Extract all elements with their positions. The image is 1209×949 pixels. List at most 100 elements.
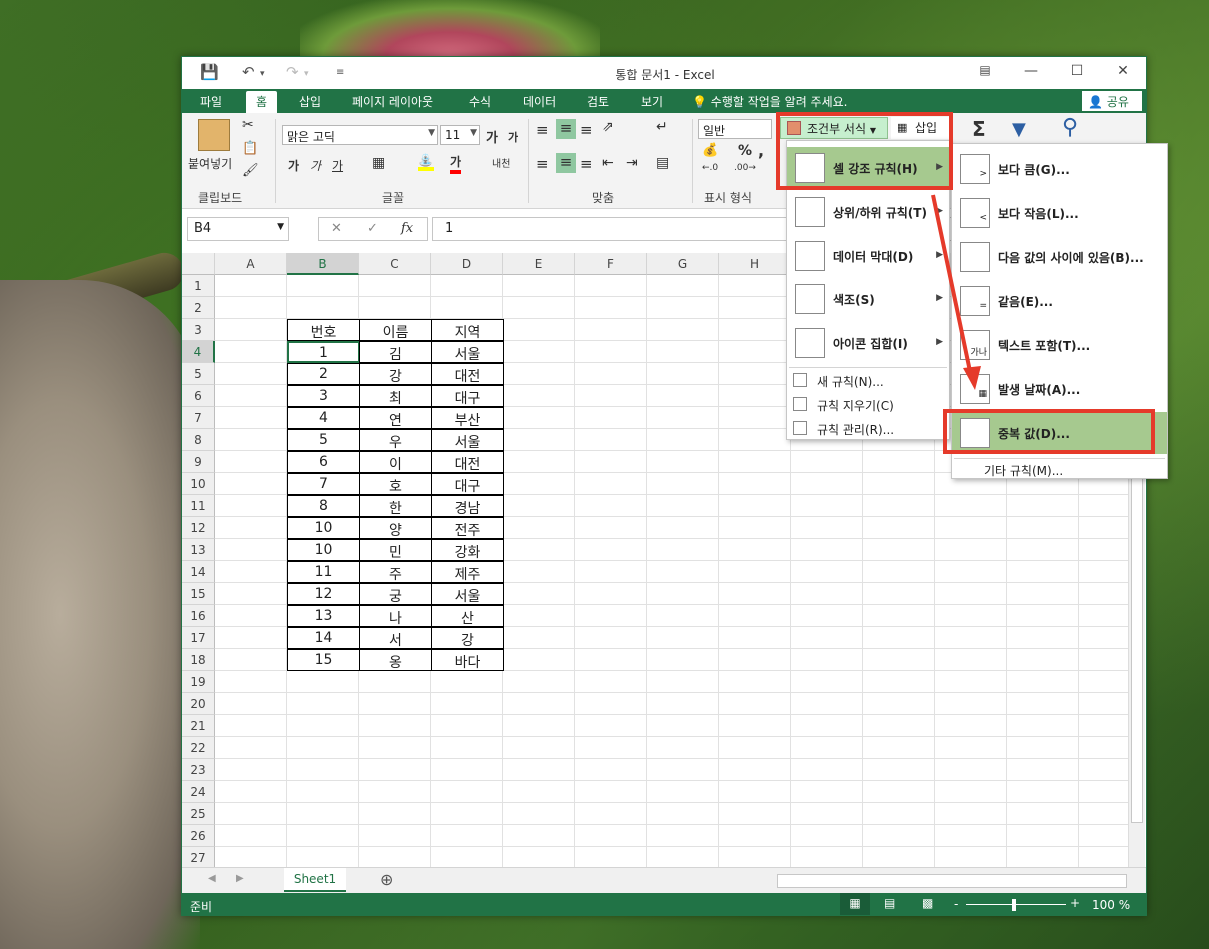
column-header-a[interactable]: A <box>215 253 287 275</box>
column-header-h[interactable]: H <box>719 253 791 275</box>
scroll-left-icon[interactable]: ◀ <box>208 873 216 884</box>
align-right-icon[interactable]: ≡ <box>580 155 593 173</box>
table-cell[interactable]: 13 <box>287 605 360 627</box>
ribbon-display-options-icon[interactable]: ▤ <box>970 63 1000 77</box>
tab-review[interactable]: 검토 <box>587 93 609 110</box>
tab-page-layout[interactable]: 페이지 레이아웃 <box>352 93 433 110</box>
font-size-combo[interactable]: 11 ▼ <box>440 125 480 145</box>
row-header-6[interactable]: 6 <box>182 385 215 407</box>
row-header-11[interactable]: 11 <box>182 495 215 517</box>
borders-icon[interactable]: ▦ <box>372 155 385 171</box>
row-header-18[interactable]: 18 <box>182 649 215 671</box>
row-header-17[interactable]: 17 <box>182 627 215 649</box>
table-cell[interactable]: 대구 <box>431 385 504 407</box>
table-cell[interactable]: 대전 <box>431 451 504 473</box>
table-cell[interactable]: 11 <box>287 561 360 583</box>
table-cell[interactable]: 산 <box>431 605 504 627</box>
table-cell[interactable]: 10 <box>287 539 360 561</box>
underline-button[interactable]: 가 <box>332 157 343 174</box>
column-header-f[interactable]: F <box>575 253 647 275</box>
table-cell[interactable]: 양 <box>359 517 432 539</box>
table-cell[interactable]: 호 <box>359 473 432 495</box>
column-header-d[interactable]: D <box>431 253 503 275</box>
table-cell[interactable]: 서 <box>359 627 432 649</box>
table-cell[interactable]: 바다 <box>431 649 504 671</box>
table-cell[interactable]: 연 <box>359 407 432 429</box>
zoom-slider[interactable] <box>966 904 1066 905</box>
find-select-icon[interactable]: ⚲ <box>1062 115 1078 140</box>
maximize-button[interactable]: ☐ <box>1062 63 1092 79</box>
format-painter-icon[interactable]: 🖌 <box>242 163 259 178</box>
insert-function-icon[interactable]: fx <box>401 221 413 236</box>
decrease-font-icon[interactable]: 가 <box>508 129 518 145</box>
align-middle-icon[interactable]: ≡ <box>556 119 576 139</box>
close-button[interactable]: ✕ <box>1108 63 1138 79</box>
paste-icon[interactable] <box>198 119 230 151</box>
name-box[interactable]: B4 ▼ <box>187 217 289 241</box>
row-header-14[interactable]: 14 <box>182 561 215 583</box>
table-cell[interactable]: 강화 <box>431 539 504 561</box>
tab-home[interactable]: 홈 <box>246 91 278 113</box>
tab-view[interactable]: 보기 <box>641 93 663 110</box>
table-header-cell[interactable]: 이름 <box>359 319 432 341</box>
row-header-21[interactable]: 21 <box>182 715 215 737</box>
phonetic-icon[interactable]: 내천 <box>492 155 510 170</box>
table-cell[interactable]: 강 <box>359 363 432 385</box>
highlight-rule-item[interactable]: > 보다 큼(G)... <box>952 148 1167 190</box>
row-header-25[interactable]: 25 <box>182 803 215 825</box>
row-header-27[interactable]: 27 <box>182 847 215 867</box>
table-cell[interactable]: 3 <box>287 385 360 407</box>
increase-font-icon[interactable]: 가 <box>486 127 498 146</box>
table-cell[interactable]: 12 <box>287 583 360 605</box>
row-header-22[interactable]: 22 <box>182 737 215 759</box>
minimize-button[interactable]: — <box>1016 63 1046 79</box>
table-cell[interactable]: 서울 <box>431 583 504 605</box>
more-rules-item[interactable]: 기타 규칙(M)... <box>952 460 1167 480</box>
table-cell[interactable]: 대전 <box>431 363 504 385</box>
table-cell[interactable]: 최 <box>359 385 432 407</box>
percent-style-button[interactable]: % <box>738 143 752 159</box>
table-cell[interactable]: 우 <box>359 429 432 451</box>
increase-indent-icon[interactable]: ⇥ <box>626 155 638 171</box>
number-format-combo[interactable]: 일반 <box>698 119 772 139</box>
sheet-tab-sheet1[interactable]: Sheet1 <box>284 868 346 892</box>
tab-data[interactable]: 데이터 <box>523 93 556 110</box>
table-cell[interactable]: 5 <box>287 429 360 451</box>
table-cell[interactable]: 서울 <box>431 429 504 451</box>
paste-button-label[interactable]: 붙여넣기 <box>188 155 232 172</box>
tab-file[interactable]: 파일 <box>186 89 236 113</box>
table-cell[interactable]: 전주 <box>431 517 504 539</box>
column-header-e[interactable]: E <box>503 253 575 275</box>
table-cell[interactable]: 6 <box>287 451 360 473</box>
font-color-icon[interactable]: 가 <box>450 153 462 174</box>
row-header-8[interactable]: 8 <box>182 429 215 451</box>
enter-icon[interactable]: ✓ <box>367 221 378 236</box>
table-cell[interactable]: 서울 <box>431 341 504 363</box>
column-header-b[interactable]: B <box>287 253 359 275</box>
table-cell[interactable]: 15 <box>287 649 360 671</box>
italic-button[interactable]: 가 <box>310 157 321 174</box>
page-break-view-icon[interactable]: ▩ <box>922 896 933 910</box>
table-cell[interactable]: 7 <box>287 473 360 495</box>
horizontal-scrollbar[interactable] <box>777 874 1127 888</box>
row-header-15[interactable]: 15 <box>182 583 215 605</box>
row-header-1[interactable]: 1 <box>182 275 215 297</box>
autosum-button[interactable]: Σ <box>972 117 986 141</box>
wrap-text-icon[interactable]: ↵ <box>656 119 668 135</box>
align-top-icon[interactable]: ≡ <box>536 121 549 139</box>
row-header-10[interactable]: 10 <box>182 473 215 495</box>
zoom-level[interactable]: 100 % <box>1092 898 1130 912</box>
table-cell[interactable]: 4 <box>287 407 360 429</box>
cf-menu-small-item[interactable]: 규칙 관리(R)... <box>787 417 949 439</box>
table-cell[interactable]: 이 <box>359 451 432 473</box>
row-header-9[interactable]: 9 <box>182 451 215 473</box>
font-name-combo[interactable]: 맑은 고딕 ▼ <box>282 125 438 145</box>
table-cell[interactable]: 부산 <box>431 407 504 429</box>
table-cell[interactable]: 경남 <box>431 495 504 517</box>
table-cell[interactable]: 궁 <box>359 583 432 605</box>
table-header-cell[interactable]: 지역 <box>431 319 504 341</box>
zoom-in-button[interactable]: + <box>1070 896 1080 910</box>
zoom-out-button[interactable]: - <box>954 897 958 911</box>
cancel-icon[interactable]: ✕ <box>331 221 342 236</box>
row-header-19[interactable]: 19 <box>182 671 215 693</box>
